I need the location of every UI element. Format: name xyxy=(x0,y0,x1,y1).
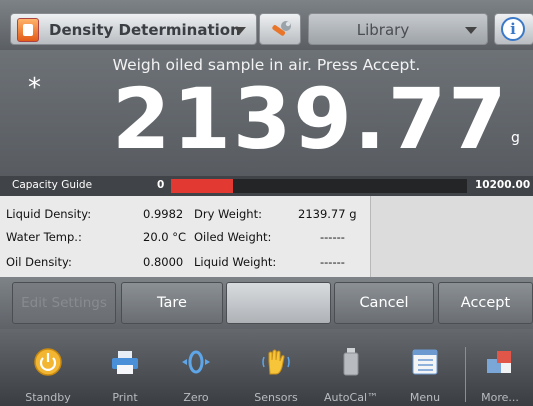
wrench-icon xyxy=(272,21,291,36)
standby-button[interactable]: Standby xyxy=(12,329,84,406)
menu-label: Menu xyxy=(409,391,441,404)
stability-indicator: * xyxy=(28,73,41,103)
blank-button xyxy=(226,282,331,324)
zero-icon xyxy=(182,350,210,374)
capacity-fill xyxy=(171,179,234,193)
dry-weight-label: Dry Weight: xyxy=(194,207,262,221)
application-selector-button[interactable]: Density Determination xyxy=(10,13,257,45)
capacity-guide: Capacity Guide 0 10200.00 xyxy=(0,176,533,196)
tare-button[interactable]: Tare xyxy=(121,282,223,324)
capacity-guide-label: Capacity Guide xyxy=(12,179,93,191)
results-right-panel xyxy=(370,196,533,277)
footer-bar: Standby Print Zero Sensors AutoCal™ Menu… xyxy=(0,329,533,406)
library-label: Library xyxy=(356,21,410,39)
weight-unit: g xyxy=(511,130,520,146)
capacity-min: 0 xyxy=(157,179,165,191)
results-row: Oil Density: 0.8000 Liquid Weight: -----… xyxy=(0,250,370,270)
cancel-button[interactable]: Cancel xyxy=(334,282,434,324)
liquid-density-label: Liquid Density: xyxy=(6,207,92,221)
sensors-button[interactable]: Sensors xyxy=(240,329,312,406)
oil-density-value: 0.8000 xyxy=(143,255,184,269)
weight-reading: 2139.77 xyxy=(112,70,509,168)
capacity-track xyxy=(171,179,467,193)
dry-weight-value: 2139.77 g xyxy=(298,207,357,221)
info-button[interactable]: i xyxy=(494,13,533,45)
autocal-button[interactable]: AutoCal™ xyxy=(315,329,387,406)
results-left: Liquid Density: 0.9982 Dry Weight: 2139.… xyxy=(0,196,370,277)
hand-sensor-icon xyxy=(262,349,290,375)
capacity-max: 10200.00 xyxy=(475,179,531,191)
top-bar: Density Determination Library i xyxy=(0,0,533,50)
library-dropdown[interactable]: Library xyxy=(308,13,488,45)
zero-label: Zero xyxy=(183,391,209,404)
liquid-weight-value: ------ xyxy=(320,255,345,269)
liquid-density-value: 0.9982 xyxy=(143,207,184,221)
accept-button[interactable]: Accept xyxy=(438,282,533,324)
standby-label: Standby xyxy=(25,391,71,404)
application-title: Density Determination xyxy=(49,21,241,39)
print-button[interactable]: Print xyxy=(89,329,161,406)
density-app-icon xyxy=(17,18,39,42)
menu-button[interactable]: Menu xyxy=(389,329,461,406)
menu-list-icon xyxy=(412,349,438,375)
sensors-label: Sensors xyxy=(254,391,298,404)
results-panel: Liquid Density: 0.9982 Dry Weight: 2139.… xyxy=(0,196,533,277)
printer-icon xyxy=(112,351,138,374)
water-temp-label: Water Temp.: xyxy=(6,230,82,244)
oiled-weight-label: Oiled Weight: xyxy=(194,230,272,244)
results-row: Liquid Density: 0.9982 Dry Weight: 2139.… xyxy=(0,202,370,222)
more-apps-icon xyxy=(487,351,511,373)
oiled-weight-value: ------ xyxy=(320,230,345,244)
action-bar: Edit Settings Tare Cancel Accept xyxy=(0,277,533,329)
zero-button[interactable]: Zero xyxy=(160,329,232,406)
standby-icon xyxy=(34,348,62,376)
calibration-weight-icon xyxy=(343,348,359,376)
chevron-down-icon xyxy=(465,27,477,34)
weight-display: Weigh oiled sample in air. Press Accept.… xyxy=(0,50,533,176)
print-label: Print xyxy=(112,391,138,404)
info-icon: i xyxy=(501,17,525,41)
autocal-label: AutoCal™ xyxy=(323,391,379,404)
chevron-down-icon xyxy=(234,27,246,34)
water-temp-value: 20.0 °C xyxy=(143,230,187,244)
more-label: More... xyxy=(481,391,519,404)
liquid-weight-label: Liquid Weight: xyxy=(194,255,277,269)
more-button[interactable]: More... xyxy=(464,329,533,406)
settings-wrench-button[interactable] xyxy=(259,13,301,45)
edit-settings-button[interactable]: Edit Settings xyxy=(12,282,116,324)
results-row: Water Temp.: 20.0 °C Oiled Weight: -----… xyxy=(0,225,370,245)
oil-density-label: Oil Density: xyxy=(6,255,72,269)
